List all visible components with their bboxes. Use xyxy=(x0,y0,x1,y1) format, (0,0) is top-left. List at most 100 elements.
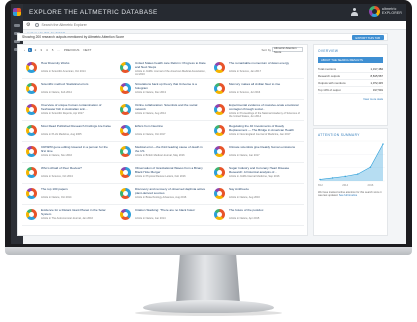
altmetric-donut-icon xyxy=(214,83,225,94)
result-item[interactable]: Regulating the 40 Investments of Ready R… xyxy=(210,121,304,142)
page-number[interactable]: 1 xyxy=(28,48,32,52)
user-icon[interactable] xyxy=(351,8,358,16)
result-meta: Article in Nature, Feb 2014 xyxy=(41,91,72,94)
result-item[interactable]: The remarkable momentum of dawn energy Ar… xyxy=(210,58,304,79)
result-title[interactable]: Regulating the 40 Investments of Ready R… xyxy=(229,125,301,132)
altmetric-donut-icon xyxy=(214,125,225,136)
result-item[interactable]: Evidence for a Distant Giant Planet in t… xyxy=(22,205,116,226)
pager-next-button[interactable]: NEXT xyxy=(82,48,92,52)
result-title[interactable]: Evidence for a Distant Giant Planet in t… xyxy=(41,209,113,216)
result-title[interactable]: Sugar Industry and Coronary Heart Diseas… xyxy=(229,167,301,174)
altmetric-donut-icon xyxy=(120,188,131,199)
result-title[interactable]: Simulations back up theory that Universe… xyxy=(135,83,207,90)
attention-point xyxy=(344,175,346,178)
result-item[interactable]: Sugar Industry and Coronary Heart Diseas… xyxy=(210,163,304,184)
result-meta: Article in Nature, Aug 2016 xyxy=(229,196,260,199)
result-item[interactable]: Climate scientists give bleakly human em… xyxy=(210,142,304,163)
result-item[interactable]: Discovery and recovery of observed daphn… xyxy=(116,184,210,205)
result-title[interactable]: Climate scientists give bleakly human em… xyxy=(229,146,301,150)
result-title[interactable]: Observation of Gravitational Waves from … xyxy=(135,167,207,174)
pager-previous-button[interactable]: PREVIOUS xyxy=(63,48,81,52)
result-title[interactable]: The future of the postdoc xyxy=(229,209,301,213)
result-title[interactable]: Scientific method: Statistical errors xyxy=(41,83,113,87)
result-item[interactable]: Who's Afraid of Peer Review? Article in S… xyxy=(22,163,116,184)
monitor-stand-neck xyxy=(176,255,240,303)
stats-list: Total mentions 1,317,484 Research outputs 8… xyxy=(314,66,387,94)
result-title[interactable]: Medical error—the third leading cause of… xyxy=(135,146,207,153)
result-meta: Article in Scientific Reports, Apr 2017 xyxy=(41,112,84,115)
search-bar: ⚙ xyxy=(23,21,406,30)
attention-timeline-link[interactable]: See full timeline xyxy=(339,194,357,197)
result-meta: Article in Physical Review Letters, Feb … xyxy=(135,175,186,178)
result-title[interactable]: Who's Afraid of Peer Review? xyxy=(41,167,113,171)
result-item[interactable]: Citation Stacking: 'There are no black h… xyxy=(116,205,210,226)
chart-x-tick-label: 2014 xyxy=(342,183,348,187)
result-title[interactable]: How Diversity Works xyxy=(41,62,113,66)
result-item[interactable]: Say Antifreeze Article in Nature, Aug 201… xyxy=(210,184,304,205)
export-button[interactable]: EXPORT THIS TAB xyxy=(351,35,384,40)
result-meta: Article in Science, Jan 2017 xyxy=(229,70,262,73)
result-title[interactable]: Say Antifreeze xyxy=(229,188,301,192)
result-item[interactable]: Online collaboration: Scientists and the… xyxy=(116,100,210,121)
chart-x-tick-label: 2016 xyxy=(368,183,374,187)
attention-summary-panel: ATTENTION SUMMARY 2012 2014 2016 We have t… xyxy=(313,128,388,236)
search-icon[interactable] xyxy=(35,23,40,27)
result-title[interactable]: CRISPR gene editing lowered in a person … xyxy=(41,146,113,153)
result-meta: Article in Nature, Jan 2017 xyxy=(229,154,260,157)
result-title[interactable]: Most Read Published Research Findings Ar… xyxy=(41,125,113,129)
result-item[interactable]: United States health care Reform: Progre… xyxy=(116,58,210,79)
stat-value: 8,815,567 xyxy=(370,74,383,78)
app-logo-icon[interactable] xyxy=(13,8,21,16)
view-more-stats-link[interactable]: View more stats xyxy=(314,97,383,101)
result-item[interactable]: The top 100 papers Article in Nature, Oct… xyxy=(22,184,116,205)
result-title[interactable]: Citation Stacking: 'There are no black h… xyxy=(135,209,207,213)
altmetric-donut-icon xyxy=(120,83,131,94)
page-number[interactable]: 2 xyxy=(34,48,38,52)
page-number[interactable]: 5 xyxy=(51,48,55,52)
result-item[interactable]: Ethics from Neutrino Article in Nature, O… xyxy=(116,121,210,142)
result-title[interactable]: Discovery and recovery of observed daphn… xyxy=(135,188,207,195)
gear-icon[interactable]: ⚙ xyxy=(26,22,30,28)
result-title[interactable]: Ethics from Neutrino xyxy=(135,125,207,129)
result-item[interactable]: Simulations back up theory that Universe… xyxy=(116,79,210,100)
result-meta: Article in PLoS Medicine, Aug 2005 xyxy=(41,133,82,136)
result-item[interactable]: Medical error—the third leading cause of… xyxy=(116,142,210,163)
altmetric-donut-icon xyxy=(26,62,37,73)
result-title[interactable]: Mercury makes all civilian fleet to rise xyxy=(229,83,301,87)
result-title[interactable]: Overview of unique human contamination o… xyxy=(41,104,113,111)
result-item[interactable]: Overview of unique human contamination o… xyxy=(22,100,116,121)
result-item[interactable]: Experimental evidence of massive-scale e… xyxy=(210,100,304,121)
result-item[interactable]: Mercury makes all civilian fleet to rise… xyxy=(210,79,304,100)
result-item[interactable]: Observation of Gravitational Waves from … xyxy=(116,163,210,184)
stat-row: Top 10% of output 317,501 xyxy=(318,87,383,94)
result-item[interactable]: CRISPR gene editing lowered in a person … xyxy=(22,142,116,163)
stat-row: Outputs with mentions 1,072,415 xyxy=(318,80,383,87)
sort-select[interactable]: Altmetric Attention Score xyxy=(272,46,303,54)
result-title[interactable]: Experimental evidence of massive-scale e… xyxy=(229,104,301,111)
stat-value: 317,501 xyxy=(372,88,383,92)
result-title[interactable]: United States health care Reform: Progre… xyxy=(135,62,207,69)
result-title[interactable]: The remarkable momentum of dawn energy xyxy=(229,62,301,66)
stat-value: 1,072,415 xyxy=(370,81,383,85)
result-title[interactable]: The top 100 papers xyxy=(41,188,113,192)
search-input[interactable] xyxy=(41,23,162,27)
attention-note: We have tracked online attention for thi… xyxy=(318,191,385,197)
result-item[interactable]: The future of the postdoc Article in Natu… xyxy=(210,205,304,226)
page-number[interactable]: 3 xyxy=(39,48,43,52)
page-number[interactable]: ... xyxy=(56,48,61,52)
result-title[interactable]: Online collaboration: Scientists and the… xyxy=(135,104,207,111)
altmetric-donut-icon xyxy=(214,188,225,199)
pager-prev[interactable]: ‹ xyxy=(23,48,26,52)
nav-home-icon[interactable] xyxy=(14,24,20,27)
brand-logo[interactable]: altmetric EXPLORER xyxy=(368,6,402,17)
result-meta: Article in New England Journal of Medici… xyxy=(229,133,291,136)
overview-button[interactable]: ABOUT THE SEARCH RESULTS xyxy=(318,57,383,63)
result-item[interactable]: How Diversity Works Article in Scientific… xyxy=(22,58,116,79)
result-meta: Article in Science, Jul 2016 xyxy=(229,91,261,94)
pagination: ‹ 1 2 3 4 5... PREVIOUS NEXT xyxy=(23,48,92,52)
result-meta: Article in The Astronomical Journal, Jan… xyxy=(41,217,93,220)
altmetric-donut-icon xyxy=(120,209,131,220)
result-item[interactable]: Most Read Published Research Findings Ar… xyxy=(22,121,116,142)
result-item[interactable]: Scientific method: Statistical errors Art… xyxy=(22,79,116,100)
page-number[interactable]: 4 xyxy=(45,48,49,52)
